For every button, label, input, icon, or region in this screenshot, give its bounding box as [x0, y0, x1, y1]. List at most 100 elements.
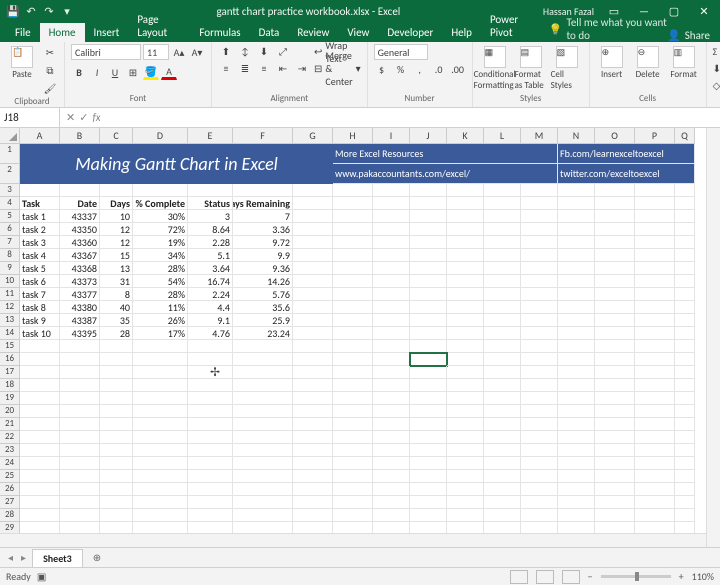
row-header-4[interactable]: 4: [0, 197, 20, 210]
row-header-17[interactable]: 17: [0, 366, 20, 379]
delete-cells-button[interactable]: ⊖Delete: [632, 44, 664, 80]
col-header-O[interactable]: O: [595, 128, 635, 144]
col-header-G[interactable]: G: [293, 128, 333, 144]
zoom-level[interactable]: 110%: [692, 570, 714, 583]
fill-color-icon[interactable]: 🪣: [143, 64, 159, 80]
col-header-F[interactable]: F: [233, 128, 293, 144]
col-header-Q[interactable]: Q: [675, 128, 695, 144]
col-header-L[interactable]: L: [484, 128, 521, 144]
row-header-13[interactable]: 13: [0, 314, 20, 327]
indent-dec-icon[interactable]: ⇤: [275, 61, 291, 77]
row-header-1[interactable]: 1: [0, 144, 20, 164]
dec-dec-icon[interactable]: .00: [450, 62, 466, 78]
percent-icon[interactable]: %: [393, 62, 409, 78]
row-header-3[interactable]: 3: [0, 184, 20, 197]
row-header-22[interactable]: 22: [0, 431, 20, 444]
normal-view-icon[interactable]: [510, 570, 528, 584]
enter-fx-icon[interactable]: ✓: [79, 111, 88, 124]
underline-icon[interactable]: U: [107, 64, 123, 80]
fill-button[interactable]: ⬇ Fill ▾: [713, 61, 720, 76]
tab-insert[interactable]: Insert: [85, 23, 129, 42]
border-icon[interactable]: ⊞: [125, 64, 141, 80]
select-all-corner[interactable]: [0, 128, 20, 144]
tab-file[interactable]: File: [6, 23, 40, 42]
align-right-icon[interactable]: ≡: [256, 61, 272, 77]
row-header-5[interactable]: 5: [0, 210, 20, 223]
row-header-26[interactable]: 26: [0, 483, 20, 496]
tab-developer[interactable]: Developer: [378, 23, 442, 42]
row-header-12[interactable]: 12: [0, 301, 20, 314]
worksheet-grid[interactable]: ABCDEFGHIJKLMNOPQ 1234567891011121314151…: [0, 128, 720, 547]
font-name-select[interactable]: Calibri: [71, 44, 141, 60]
align-left-icon[interactable]: ≡: [218, 61, 234, 77]
row-header-19[interactable]: 19: [0, 392, 20, 405]
qat-more-icon[interactable]: ▾: [60, 4, 74, 18]
italic-icon[interactable]: I: [89, 64, 105, 80]
align-top-icon[interactable]: ⬆: [218, 44, 234, 60]
format-painter-icon[interactable]: 🖌: [42, 80, 58, 96]
row-header-27[interactable]: 27: [0, 496, 20, 509]
sheet-tab[interactable]: Sheet3: [32, 549, 83, 567]
col-header-J[interactable]: J: [410, 128, 447, 144]
font-size-select[interactable]: 11: [143, 44, 169, 60]
col-header-I[interactable]: I: [373, 128, 410, 144]
redo-icon[interactable]: ↷: [42, 4, 56, 18]
row-header-25[interactable]: 25: [0, 470, 20, 483]
tell-me[interactable]: 💡 Tell me what you want to do: [549, 16, 667, 42]
cell-styles-button[interactable]: ▧Cell Styles: [551, 44, 583, 91]
row-header-9[interactable]: 9: [0, 262, 20, 275]
name-box[interactable]: J18: [0, 108, 60, 127]
orientation-icon[interactable]: ⤢: [275, 44, 291, 60]
row-header-11[interactable]: 11: [0, 288, 20, 301]
close-icon[interactable]: ✕: [690, 0, 718, 22]
align-bot-icon[interactable]: ⬇: [256, 44, 272, 60]
font-color-icon[interactable]: A: [161, 64, 177, 80]
row-header-24[interactable]: 24: [0, 457, 20, 470]
col-header-P[interactable]: P: [635, 128, 675, 144]
zoom-in-icon[interactable]: +: [679, 570, 684, 583]
format-as-table-button[interactable]: ▤Format as Table: [515, 44, 547, 91]
paste-button[interactable]: 📋 Paste: [6, 44, 38, 80]
zoom-out-icon[interactable]: −: [588, 570, 593, 583]
merge-center-button[interactable]: ⊟ Merge & Center ▾: [314, 61, 361, 76]
accounting-icon[interactable]: $: [374, 62, 390, 78]
row-header-28[interactable]: 28: [0, 509, 20, 522]
cancel-fx-icon[interactable]: ✕: [66, 111, 75, 124]
row-header-21[interactable]: 21: [0, 418, 20, 431]
indent-inc-icon[interactable]: ⇥: [294, 61, 310, 77]
cells-area[interactable]: ✢ More Excel ResourcesFb.com/learnexcelt…: [20, 144, 695, 533]
row-headers[interactable]: 1234567891011121314151617181920212223242…: [0, 144, 20, 533]
row-header-14[interactable]: 14: [0, 327, 20, 340]
row-header-8[interactable]: 8: [0, 249, 20, 262]
row-header-20[interactable]: 20: [0, 405, 20, 418]
bold-icon[interactable]: B: [71, 64, 87, 80]
row-header-6[interactable]: 6: [0, 223, 20, 236]
autosum-button[interactable]: Σ AutoSum ▾: [713, 44, 720, 59]
col-header-K[interactable]: K: [447, 128, 484, 144]
undo-icon[interactable]: ↶: [24, 4, 38, 18]
page-layout-view-icon[interactable]: [536, 570, 554, 584]
inc-dec-icon[interactable]: .0: [431, 62, 447, 78]
number-format-select[interactable]: General: [374, 44, 428, 60]
align-mid-icon[interactable]: ↕: [237, 44, 253, 60]
row-header-18[interactable]: 18: [0, 379, 20, 392]
insert-cells-button[interactable]: ⊕Insert: [596, 44, 628, 80]
comma-icon[interactable]: ,: [412, 62, 428, 78]
sheet-nav-prev-icon[interactable]: ◂: [6, 551, 15, 564]
share-button[interactable]: 👤 Share: [667, 29, 720, 42]
align-center-icon[interactable]: ≣: [237, 61, 253, 77]
col-header-E[interactable]: E: [188, 128, 233, 144]
tab-data[interactable]: Data: [250, 23, 289, 42]
row-header-16[interactable]: 16: [0, 353, 20, 366]
zoom-slider[interactable]: [601, 575, 671, 578]
col-header-C[interactable]: C: [100, 128, 133, 144]
row-header-15[interactable]: 15: [0, 340, 20, 353]
tab-formulas[interactable]: Formulas: [190, 23, 249, 42]
increase-font-icon[interactable]: A▴: [171, 44, 187, 60]
tab-home[interactable]: Home: [40, 23, 85, 42]
cut-icon[interactable]: ✂: [42, 44, 58, 60]
col-header-M[interactable]: M: [521, 128, 558, 144]
sheet-nav-next-icon[interactable]: ▸: [19, 551, 28, 564]
row-header-23[interactable]: 23: [0, 444, 20, 457]
column-headers[interactable]: ABCDEFGHIJKLMNOPQ: [20, 128, 695, 144]
